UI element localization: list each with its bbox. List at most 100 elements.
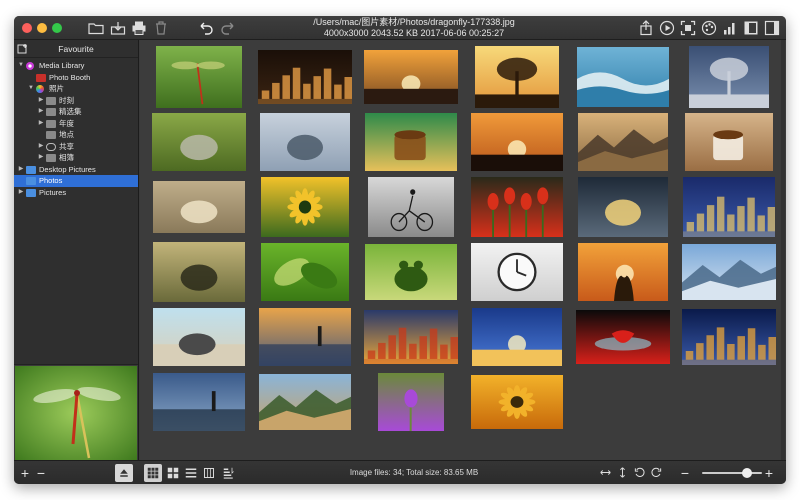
thumbnail-yellow-flower-macro[interactable] [471, 374, 563, 429]
add-button[interactable]: + [18, 464, 32, 482]
thumbnail-misty-valley[interactable] [578, 112, 668, 171]
thumbnail-bird-on-flower[interactable] [260, 112, 350, 171]
thumbnail-tea-cup[interactable] [365, 112, 457, 171]
thumbnail-pier-sunset[interactable] [259, 307, 351, 366]
thumbnail-crab-on-sand[interactable] [153, 180, 245, 233]
sidebar-item-8[interactable]: ▶ 相簿 [14, 152, 138, 164]
sidebar-item-6[interactable]: 地点 [14, 129, 138, 141]
image-preview [14, 364, 138, 460]
eject-button[interactable] [115, 464, 133, 482]
zoom-slider-knob[interactable] [742, 468, 752, 478]
grid-small-view-button[interactable] [164, 464, 182, 482]
list-icon [185, 468, 197, 478]
thumbnail-sparkler-girl[interactable] [578, 176, 668, 237]
minimize-window-button[interactable] [37, 23, 47, 33]
redo-icon[interactable] [218, 18, 238, 38]
thumbnail-yellow-flower[interactable] [261, 176, 349, 237]
slideshow-icon[interactable] [657, 18, 677, 38]
rotate-right-icon [650, 467, 661, 478]
disclosure-triangle-icon[interactable]: ▶ [17, 164, 25, 176]
sidebar-left-icon[interactable] [741, 18, 761, 38]
thumbnail-frog-figurine[interactable] [365, 243, 457, 300]
rotate-right-button[interactable] [649, 464, 663, 482]
thumbnail-green-leaves[interactable] [261, 242, 349, 301]
thumbnail-red-tulips[interactable] [471, 176, 563, 237]
eject-icon [120, 469, 128, 477]
sidebar-item-5[interactable]: ▶ 年度 [14, 118, 138, 130]
add-favourite-icon[interactable] [17, 43, 29, 55]
thumbnail-tree-sunset[interactable] [475, 45, 559, 108]
sidebar-item-label: Pictures [39, 187, 67, 197]
sidebar-item-label: Media Library [39, 61, 85, 70]
thumbnail-mountain-valley[interactable] [259, 373, 351, 430]
thumbnail-grid[interactable] [140, 40, 786, 460]
fullscreen-icon[interactable] [678, 18, 698, 38]
sidebar-item-10[interactable]: Photos [14, 175, 138, 187]
thumbnail-city-lights-tower[interactable] [683, 176, 775, 237]
thumbnail-city-sunset[interactable] [364, 49, 458, 104]
disclosure-triangle-icon[interactable]: ▶ [37, 95, 45, 107]
undo-icon[interactable] [196, 18, 216, 38]
disclosure-triangle-icon[interactable]: ▶ [37, 152, 45, 164]
thumbnail-couple-sunset[interactable] [578, 242, 668, 301]
thumbnail-rock-on-beach[interactable] [153, 307, 245, 366]
print-icon[interactable] [129, 18, 149, 38]
sidebar-item-label: 地点 [59, 130, 74, 139]
sidebar-right-icon[interactable] [762, 18, 782, 38]
thumbnail-kitten-in-grass[interactable] [152, 112, 246, 171]
disclosure-triangle-icon[interactable]: ▶ [17, 187, 25, 199]
palette-icon[interactable] [699, 18, 719, 38]
sidebar-item-0[interactable]: ▼ Media Library [14, 60, 138, 72]
disclosure-triangle-icon[interactable]: ▼ [27, 83, 35, 95]
thumbnail-lighthouse-dusk[interactable] [153, 372, 245, 431]
thumbnail-city-waterfront-night[interactable] [682, 308, 776, 365]
rotate-left-button[interactable] [632, 464, 646, 482]
sidebar-item-2[interactable]: ▼ 照片 [14, 83, 138, 95]
sidebar-item-4[interactable]: ▶ 精选集 [14, 106, 138, 118]
zoom-out-button[interactable]: − [678, 464, 692, 482]
close-window-button[interactable] [22, 23, 32, 33]
thumbnail-city-night-skyline[interactable] [258, 49, 352, 104]
app-window: /Users/mac/图片素材/Photos/dragonfly-177338.… [14, 16, 786, 484]
thumbnail-city-light-trails[interactable] [364, 309, 458, 364]
sidebar-item-3[interactable]: ▶ 时刻 [14, 95, 138, 107]
toolbar: /Users/mac/图片素材/Photos/dragonfly-177338.… [14, 16, 786, 40]
favourite-header[interactable]: Favourite [14, 40, 138, 58]
zoom-slider-track[interactable] [702, 472, 762, 474]
filmstrip-view-button[interactable] [200, 464, 218, 482]
thumbnail-bicycle-silhouette[interactable] [368, 176, 454, 237]
sidebar-item-7[interactable]: ▶ 共享 [14, 141, 138, 153]
thumbnail-snowy-mountains[interactable] [682, 243, 776, 300]
export-icon[interactable] [108, 18, 128, 38]
thumbnail-strawberry-splash[interactable] [576, 309, 670, 364]
zoom-in-button[interactable]: + [762, 464, 776, 482]
scrollbar[interactable] [780, 40, 786, 460]
fit-width-button[interactable] [598, 464, 612, 482]
zoom-window-button[interactable] [52, 23, 62, 33]
share-icon[interactable] [636, 18, 656, 38]
thumbnail-dogs-silhouette-sunset[interactable] [471, 112, 563, 171]
disclosure-triangle-icon[interactable]: ▶ [37, 141, 45, 153]
thumbnail-sunrise-horizon[interactable] [472, 307, 562, 366]
trash-icon[interactable] [151, 18, 171, 38]
remove-button[interactable]: − [34, 464, 48, 482]
sidebar-item-1[interactable]: Photo Booth [14, 72, 138, 84]
disclosure-triangle-icon[interactable]: ▶ [37, 118, 45, 130]
disclosure-triangle-icon[interactable]: ▼ [17, 60, 25, 72]
histogram-icon[interactable] [720, 18, 740, 38]
thumbnail-lone-tree-clouds[interactable] [689, 45, 769, 108]
thumbnail-coffee-and-notebook[interactable] [685, 112, 773, 171]
grid-large-view-button[interactable] [144, 464, 162, 482]
thumbnail-grass-seeds[interactable] [153, 241, 245, 302]
thumbnail-dragonfly[interactable] [156, 45, 242, 108]
thumbnail-ocean-wave[interactable] [577, 46, 669, 107]
thumbnail-alarm-clock[interactable] [471, 242, 563, 301]
sidebar-item-9[interactable]: ▶ Desktop Pictures [14, 164, 138, 176]
fit-height-button[interactable] [615, 464, 629, 482]
list-view-button[interactable] [182, 464, 200, 482]
sidebar-item-11[interactable]: ▶ Pictures [14, 187, 138, 199]
sort-button[interactable] [220, 464, 238, 482]
disclosure-triangle-icon[interactable]: ▶ [37, 106, 45, 118]
thumbnail-thistle-bee[interactable] [378, 372, 444, 431]
open-folder-icon[interactable] [86, 18, 106, 38]
